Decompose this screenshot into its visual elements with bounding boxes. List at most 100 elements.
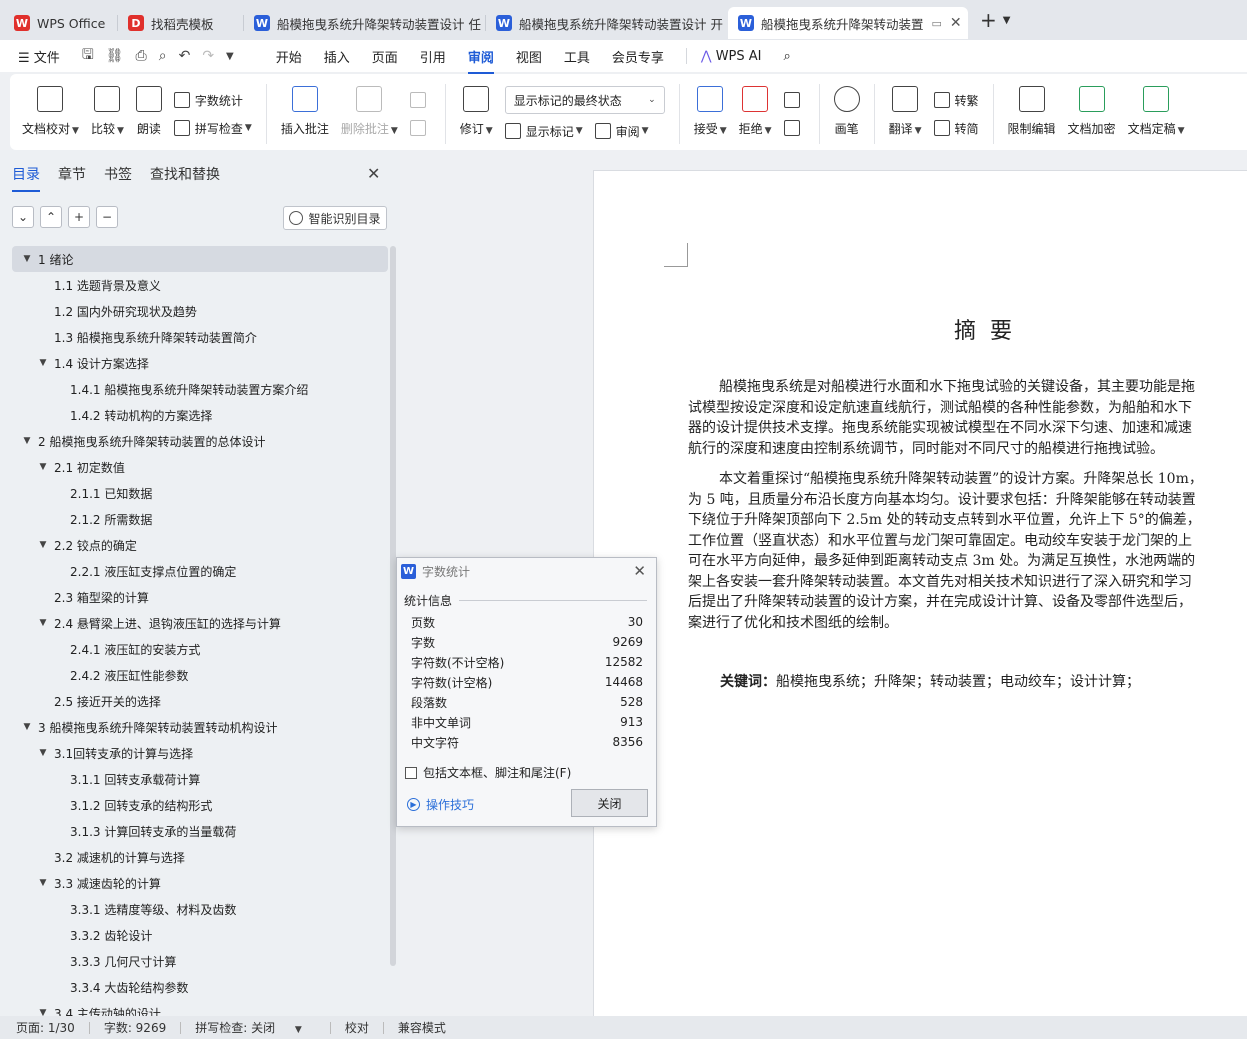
toc-item[interactable]: ▼ 3.4 主传动轴的设计 (12, 1000, 388, 1017)
toc-item[interactable]: 2.1.2 所需数据 (12, 506, 388, 532)
include-footnotes-checkbox[interactable]: 包括文本框、脚注和尾注(F) (405, 764, 571, 781)
accept-button[interactable]: 接受 ▼ (688, 82, 733, 137)
tab-docer[interactable]: D 找稻壳模板 (118, 7, 244, 39)
close-button[interactable]: 关闭 (571, 789, 648, 817)
link-icon[interactable]: ⛓ (106, 48, 124, 64)
encrypt-button[interactable]: 文档加密 (1062, 82, 1122, 137)
menu-insert[interactable]: 插入 (324, 47, 350, 66)
expand-all-icon[interactable]: ⌄ (12, 206, 34, 228)
word-count-indicator[interactable]: 字数: 9269 (104, 1019, 166, 1036)
toc-item[interactable]: ▼ 3 船模拖曳系统升降架转动装置转动机构设计 (12, 714, 388, 740)
toc-item[interactable]: 3.2 减速机的计算与选择 (12, 844, 388, 870)
tips-link[interactable]: ▶ 操作技巧 (407, 796, 474, 813)
menu-member[interactable]: 会员专享 (612, 47, 664, 66)
translate-button[interactable]: 翻译 ▼ (883, 82, 928, 137)
search-icon[interactable]: ⌕ (784, 49, 791, 64)
expand-arrow-icon[interactable]: ▼ (20, 722, 34, 732)
close-icon[interactable]: ✕ (950, 15, 962, 31)
toc-item[interactable]: 2.1.1 已知数据 (12, 480, 388, 506)
delete-comment-button[interactable]: 删除批注 ▼ (335, 82, 404, 137)
toc-item[interactable]: 2.4.1 液压缸的安装方式 (12, 636, 388, 662)
spell-check-indicator[interactable]: 拼写检查: 关闭 ▼ (195, 1019, 316, 1036)
save-icon[interactable]: 🖫 (82, 44, 94, 68)
print-preview-icon[interactable]: ⌕ (159, 48, 167, 64)
read-aloud-button[interactable]: 朗读 (130, 82, 168, 137)
toc-item[interactable]: 3.3.2 齿轮设计 (12, 922, 388, 948)
tab-wps-office[interactable]: W WPS Office (4, 7, 118, 39)
menu-page[interactable]: 页面 (372, 47, 398, 66)
tab-bookmark[interactable]: 书签 (104, 164, 132, 184)
close-icon[interactable]: ✕ (367, 164, 380, 183)
page-indicator[interactable]: 页面: 1/30 (16, 1019, 75, 1036)
toc-item[interactable]: ▼ 2.1 初定数值 (12, 454, 388, 480)
toc-item[interactable]: ▼ 2.2 铰点的确定 (12, 532, 388, 558)
toc-item[interactable]: 1.2 国内外研究现状及趋势 (12, 298, 388, 324)
prev-change-icon[interactable] (783, 86, 805, 114)
next-comment-icon[interactable] (409, 114, 431, 142)
toc-item[interactable]: 2.5 接近开关的选择 (12, 688, 388, 714)
expand-arrow-icon[interactable]: ▼ (36, 540, 50, 550)
tab-doc-1[interactable]: W 船模拖曳系统升降架转动装置设计 任 (244, 7, 486, 39)
compare-button[interactable]: 比较 ▼ (85, 82, 130, 137)
tab-find-replace[interactable]: 查找和替换 (150, 164, 220, 184)
toc-item[interactable]: 1.4.2 转动机构的方案选择 (12, 402, 388, 428)
reject-button[interactable]: 拒绝 ▼ (733, 82, 778, 137)
expand-arrow-icon[interactable]: ▼ (36, 1008, 50, 1016)
new-tab-button[interactable]: + (980, 8, 997, 32)
word-count-button[interactable]: 字数统计 (173, 86, 252, 114)
show-markup-button[interactable]: 显示标记 ▼ (504, 123, 583, 140)
tab-toc[interactable]: 目录 (12, 164, 40, 192)
toc-item[interactable]: ▼ 1.4 设计方案选择 (12, 350, 388, 376)
toc-item[interactable]: ▼ 3.1回转支承的计算与选择 (12, 740, 388, 766)
toc-item[interactable]: 2.4.2 液压缸性能参数 (12, 662, 388, 688)
print-icon[interactable]: ⎙ (136, 48, 147, 64)
chevron-down-icon[interactable]: ▼ (226, 51, 234, 62)
window-icon[interactable]: ▭ (932, 17, 942, 30)
redo-icon[interactable]: ↷ (202, 48, 214, 64)
to-simplified-button[interactable]: 转简 (933, 114, 979, 142)
document-page[interactable]: 摘要 船模拖曳系统是对船模进行水面和水下拖曳试验的关键设备，其主要功能是拖 试模型… (593, 170, 1247, 1016)
toc-item[interactable]: 3.1.2 回转支承的结构形式 (12, 792, 388, 818)
expand-arrow-icon[interactable]: ▼ (20, 254, 34, 264)
remove-heading-icon[interactable]: − (96, 206, 118, 228)
undo-icon[interactable]: ↶ (179, 48, 191, 64)
wps-ai-button[interactable]: ⋀ WPS AI (701, 49, 762, 64)
insert-comment-button[interactable]: 插入批注 (275, 82, 335, 137)
toc-item[interactable]: ▼ 3.3 减速齿轮的计算 (12, 870, 388, 896)
prev-comment-icon[interactable] (409, 86, 431, 114)
smart-toc-button[interactable]: 智能识别目录 (283, 206, 387, 230)
toc-item[interactable]: 3.3.1 选精度等级、材料及齿数 (12, 896, 388, 922)
toc-item[interactable]: ▼ 1 绪论 (12, 246, 388, 272)
expand-arrow-icon[interactable]: ▼ (36, 462, 50, 472)
ink-button[interactable]: 画笔 (828, 82, 866, 137)
toc-item[interactable]: 2.2.1 液压缸支撑点位置的确定 (12, 558, 388, 584)
proofread-indicator[interactable]: 校对 (345, 1019, 369, 1036)
menu-review[interactable]: 审阅 (467, 47, 494, 74)
tab-doc-2[interactable]: W 船模拖曳系统升降架转动装置设计 开 (486, 7, 728, 39)
toc-item[interactable]: 1.1 选题背景及意义 (12, 272, 388, 298)
spell-check-button[interactable]: 拼写检查 ▼ (173, 114, 252, 142)
tab-chapter[interactable]: 章节 (58, 164, 86, 184)
toc-item[interactable]: 3.1.1 回转支承载荷计算 (12, 766, 388, 792)
expand-arrow-icon[interactable]: ▼ (36, 748, 50, 758)
expand-arrow-icon[interactable]: ▼ (20, 436, 34, 446)
expand-arrow-icon[interactable]: ▼ (36, 878, 50, 888)
toc-item[interactable]: 3.3.4 大齿轮结构参数 (12, 974, 388, 1000)
close-icon[interactable]: ✕ (633, 562, 646, 580)
finalize-button[interactable]: 文档定稿 ▼ (1122, 82, 1191, 137)
collapse-all-icon[interactable]: ⌃ (40, 206, 62, 228)
chevron-down-icon[interactable]: ▼ (1003, 15, 1011, 26)
menu-view[interactable]: 视图 (516, 47, 542, 66)
markup-state-select[interactable]: 显示标记的最终状态 ⌄ (504, 86, 665, 114)
tab-doc-active[interactable]: W 船模拖曳系统升降架转动装置 ▭ ✕ (728, 7, 968, 39)
toc-item[interactable]: 3.3.3 几何尺寸计算 (12, 948, 388, 974)
menu-tools[interactable]: 工具 (564, 47, 590, 66)
toc-item[interactable]: 3.1.3 计算回转支承的当量载荷 (12, 818, 388, 844)
menu-reference[interactable]: 引用 (420, 47, 446, 66)
menu-start[interactable]: 开始 (276, 47, 302, 66)
file-menu[interactable]: ☰ 文件 (18, 47, 60, 66)
toc-item[interactable]: 1.3 船模拖曳系统升降架转动装置简介 (12, 324, 388, 350)
toc-item[interactable]: 2.3 箱型梁的计算 (12, 584, 388, 610)
toc-item[interactable]: ▼ 2 船模拖曳系统升降架转动装置的总体设计 (12, 428, 388, 454)
revise-button[interactable]: 修订 ▼ (454, 82, 499, 137)
